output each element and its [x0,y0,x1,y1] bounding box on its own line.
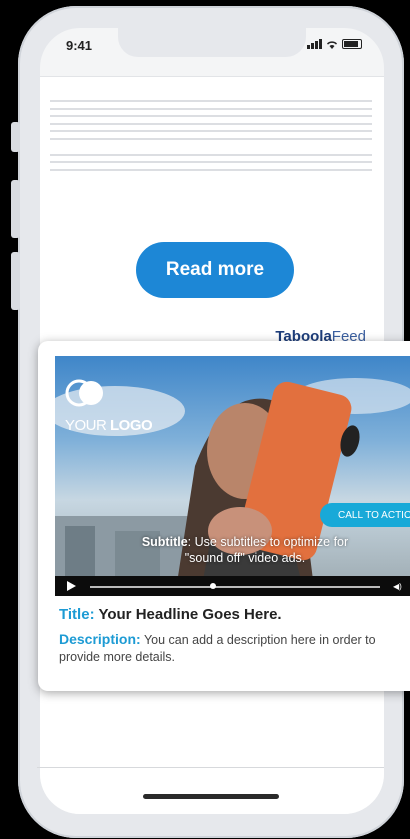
video-ad-card[interactable]: YOUR LOGO CALL TO ACTIO Subtitle: Use su… [38,341,410,691]
progress-track[interactable] [90,586,380,588]
call-to-action-button[interactable]: CALL TO ACTIO [320,503,410,527]
notch [118,28,306,57]
volume-icon[interactable]: ◀) [393,582,402,591]
video-controls: ◀) [55,576,410,596]
silent-switch [11,122,20,152]
ad-title[interactable]: Title: Your Headline Goes Here. [59,606,282,623]
volume-up-button [11,180,20,238]
brand-logo: YOUR LOGO [65,376,153,434]
wifi-icon [327,41,337,49]
video-subtitle: Subtitle: Use subtitles to optimize for "… [141,535,349,565]
progress-knob[interactable] [210,583,216,589]
logo-text: YOUR LOGO [65,417,153,434]
logo-circles-icon [65,379,103,407]
home-indicator[interactable] [143,794,279,799]
article-text-placeholder [50,100,372,176]
signal-icon [307,39,322,49]
volume-down-button [11,252,20,310]
play-icon[interactable] [67,581,76,591]
ad-description: Description: You can add a description h… [59,631,376,664]
video-player[interactable]: YOUR LOGO CALL TO ACTIO Subtitle: Use su… [55,356,410,596]
status-time: 9:41 [66,38,93,53]
content-divider [37,767,384,768]
read-more-button[interactable]: Read more [136,242,294,298]
status-icons [307,39,362,49]
battery-icon [342,39,362,49]
